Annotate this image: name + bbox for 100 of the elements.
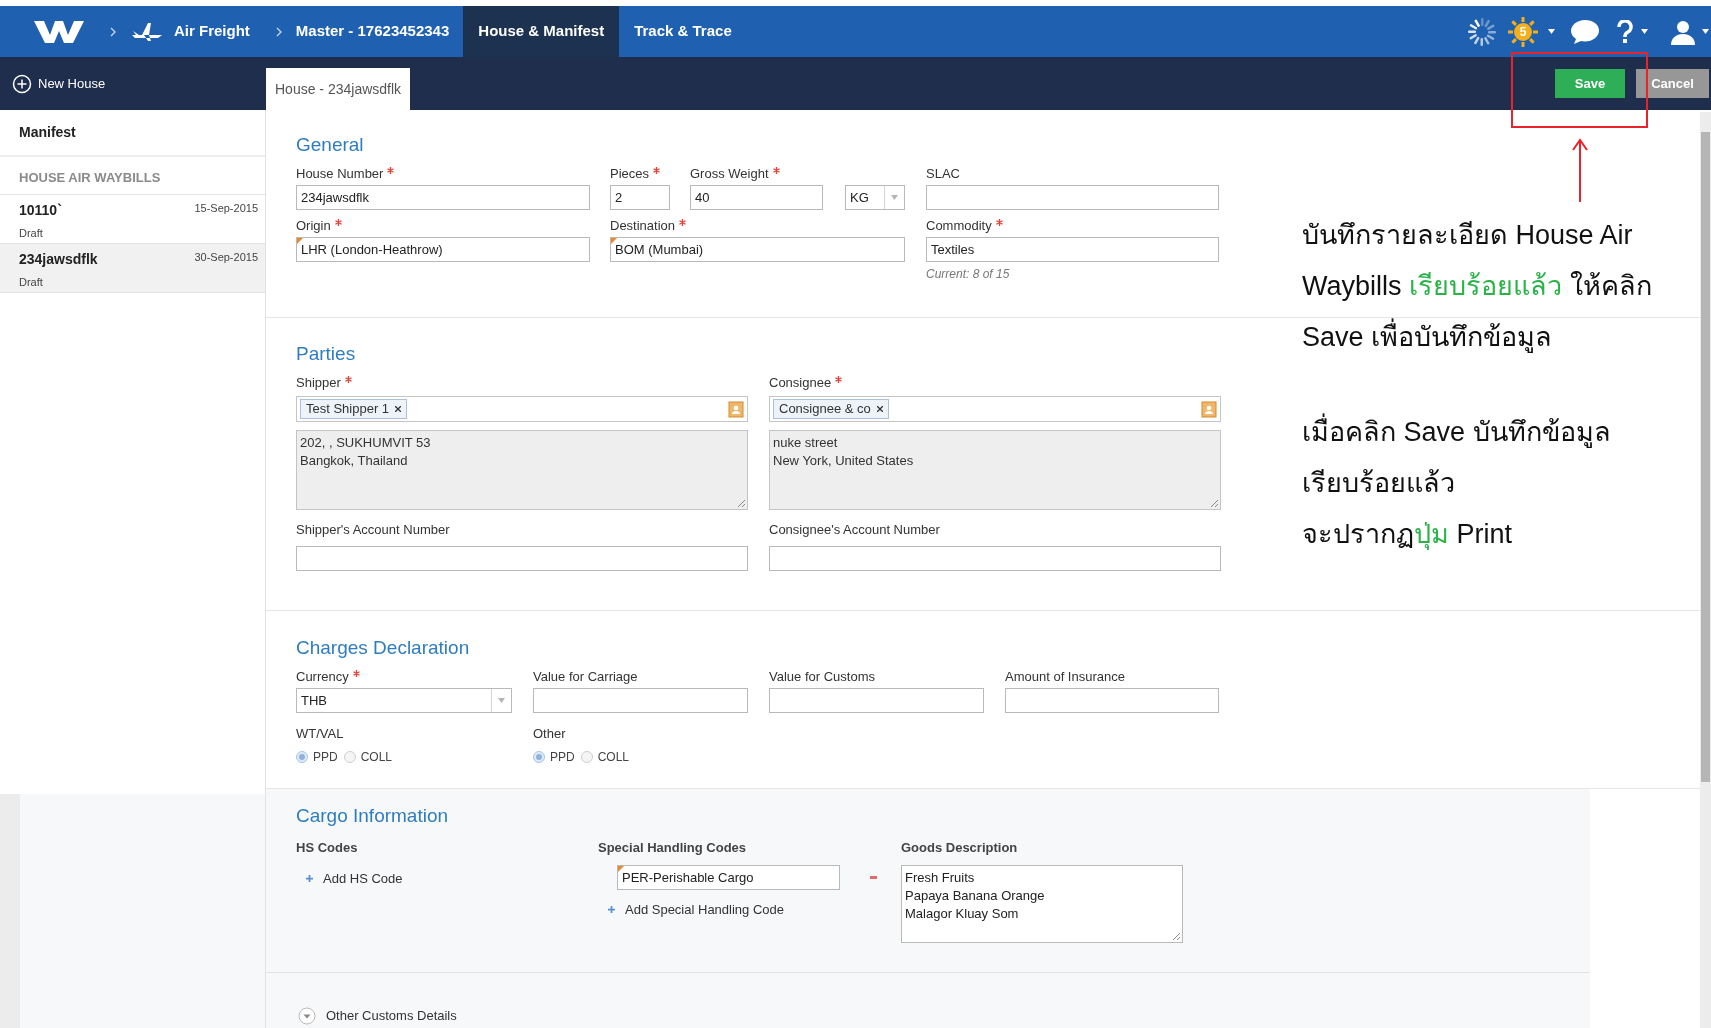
waybill-number: 234jawsdflk	[19, 252, 99, 268]
waybill-list-item[interactable]: 234jawsdflk 30-Sep-2015 Draft	[0, 244, 265, 293]
radio-option[interactable]: COLL	[343, 747, 393, 766]
section-title: General	[296, 135, 365, 154]
marker-icon	[611, 238, 617, 244]
select-field[interactable]: KG	[845, 185, 905, 210]
input-field[interactable]	[1005, 688, 1219, 713]
field-label: WT/VAL	[296, 725, 344, 743]
add-icon	[306, 875, 313, 883]
field-label: Other	[533, 725, 566, 743]
sidebar-title: Manifest	[0, 110, 265, 157]
required-icon	[653, 167, 661, 174]
waybill-status: Draft	[19, 225, 44, 241]
required-icon	[352, 670, 360, 677]
scrollbar[interactable]	[1700, 112, 1711, 1028]
field-label: Currency	[296, 668, 349, 686]
field-label: Amount of Insurance	[1005, 668, 1125, 686]
input-field[interactable]: LHR (London-Heathrow)	[296, 237, 590, 262]
caret-icon	[1548, 29, 1555, 34]
required-icon	[835, 376, 843, 383]
instruction-text: บันทึกรายละเอียด House Air Waybills เรียบร้อยแล้ว ให้คลิก Save เพื่อบันทึกข้อมูล	[1302, 219, 1652, 355]
field-label: Pieces	[610, 165, 650, 183]
remove-icon	[876, 406, 883, 412]
dropdown-caret-icon	[498, 698, 505, 703]
chevron-right-icon	[110, 26, 116, 37]
field-label: HS Codes	[296, 839, 358, 857]
field-label: Consignee's Account Number	[769, 521, 941, 539]
caret-icon	[1641, 29, 1648, 34]
nav-tab[interactable]: Track & Trace	[619, 6, 747, 57]
section-title: Cargo Information	[296, 806, 450, 825]
help-icon[interactable]	[1617, 19, 1633, 44]
section-title: Parties	[296, 344, 357, 363]
resize-grip-icon	[1210, 499, 1218, 507]
new-house-button[interactable]: New House	[0, 57, 266, 110]
input-field[interactable]	[769, 545, 1221, 571]
up-arrow-drawing	[1570, 138, 1590, 202]
logo-icon[interactable]	[34, 18, 84, 45]
required-icon	[334, 219, 342, 226]
field-label: Value for Carriage	[533, 668, 638, 686]
address-text: 202, , SUKHUMVIT 53 Bangkok, Thailand	[300, 435, 431, 468]
address-book-icon[interactable]	[1201, 400, 1217, 418]
remove-icon	[395, 406, 402, 412]
radio-option[interactable]: PPD	[533, 747, 575, 766]
user-icon[interactable]	[1670, 18, 1696, 45]
dropdown-caret-icon	[891, 195, 898, 200]
caret-icon	[1702, 29, 1709, 34]
breadcrumb-link[interactable]: Master - 17623452343	[295, 20, 450, 43]
breadcrumb-link[interactable]: Air Freight	[174, 20, 250, 43]
waybill-number: 10110`	[19, 203, 63, 219]
other-customs-details-toggle[interactable]: Other Customs Details	[298, 1006, 457, 1026]
resize-grip-icon	[737, 499, 745, 507]
required-icon	[995, 219, 1003, 226]
address-textarea[interactable]: nuke street New York, United States	[769, 430, 1221, 510]
input-field[interactable]	[533, 688, 748, 713]
nav-tab[interactable]: House & Manifest	[463, 6, 620, 57]
section-title: Charges Declaration	[296, 638, 471, 657]
radio-option[interactable]: PPD	[296, 747, 338, 766]
party-tag[interactable]: Test Shipper 1	[300, 399, 408, 419]
remove-icon[interactable]	[870, 876, 877, 879]
add-hs-code-link[interactable]: Add HS Code	[306, 869, 403, 889]
waybill-status: Draft	[19, 274, 44, 290]
field-label: Gross Weight	[690, 165, 769, 183]
field-label: Origin	[296, 217, 331, 235]
chat-bubble-icon[interactable]	[1569, 18, 1601, 45]
address-text: nuke street New York, United States	[773, 435, 914, 468]
add-icon	[608, 906, 615, 914]
waybill-date: 30-Sep-2015	[194, 252, 258, 265]
input-field[interactable]: PER-Perishable Cargo	[617, 865, 840, 890]
goods-description-textarea[interactable]: Fresh Fruits Papaya Banana Orange Malagor Kluay Som	[901, 865, 1183, 943]
field-hint: Current: 8 of 15	[926, 266, 1011, 283]
marker-icon	[297, 238, 303, 244]
add-circle-icon	[12, 73, 32, 94]
marker-icon	[618, 866, 624, 872]
select-field[interactable]: THB	[296, 688, 512, 713]
field-label: Consignee	[769, 374, 832, 392]
required-icon	[387, 167, 395, 174]
input-field[interactable]: BOM (Mumbai)	[610, 237, 905, 262]
input-field[interactable]: 40	[690, 185, 823, 210]
goods-description-text: Fresh Fruits Papaya Banana Orange Malagor Kluay Som	[905, 870, 1045, 921]
required-icon	[344, 376, 352, 383]
input-field[interactable]: 234jawsdflk	[296, 185, 590, 210]
field-label: Shipper's Account Number	[296, 521, 451, 539]
input-field[interactable]	[926, 185, 1219, 210]
field-label: SLAC	[926, 165, 960, 183]
address-textarea[interactable]: 202, , SUKHUMVIT 53 Bangkok, Thailand	[296, 430, 748, 510]
input-field[interactable]: Textiles	[926, 237, 1219, 262]
add-special-handling-code-link[interactable]: Add Special Handling Code	[608, 900, 784, 920]
input-field[interactable]: 2	[610, 185, 670, 210]
radio-option[interactable]: COLL	[580, 747, 630, 766]
input-field[interactable]	[769, 688, 984, 713]
field-label: Destination	[610, 217, 676, 235]
party-lookup-field[interactable]: Test Shipper 1	[296, 396, 748, 422]
party-lookup-field[interactable]: Consignee & co	[769, 396, 1221, 422]
address-book-icon[interactable]	[728, 400, 744, 418]
required-icon	[679, 219, 687, 226]
field-label: Commodity	[926, 217, 992, 235]
input-field[interactable]	[296, 545, 748, 571]
expand-caret-icon	[298, 1006, 316, 1025]
party-tag[interactable]: Consignee & co	[773, 399, 889, 419]
document-tab[interactable]: House - 234jawsdflk	[266, 68, 411, 110]
